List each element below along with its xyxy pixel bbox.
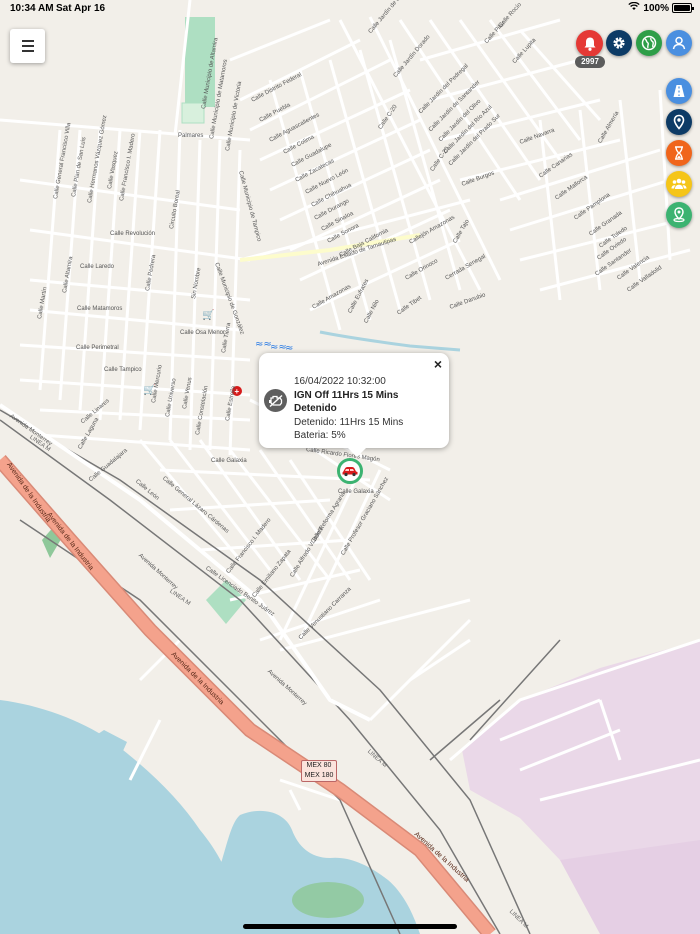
globe-icon — [641, 35, 657, 51]
map-screen: ≈≈ ≈≈ ≈ 🛒 🛒 + Avenida de la Industria Av… — [0, 0, 700, 934]
bell-icon — [584, 37, 595, 51]
highway-shield-line2: MEX 180 — [304, 772, 334, 779]
menu-button[interactable] — [10, 29, 45, 63]
street-label: Calle Perimetral — [76, 345, 119, 351]
street-label: Calle Osa Menor — [180, 330, 226, 336]
user-button[interactable] — [666, 30, 692, 56]
group-button[interactable] — [666, 171, 692, 197]
route-button[interactable] — [666, 78, 692, 104]
ignition-off-icon — [264, 389, 287, 412]
highway-shield: MEX 80 MEX 180 — [301, 760, 337, 782]
hourglass-icon — [675, 146, 683, 160]
popup-subtitle: Detenido — [294, 403, 337, 414]
settings-button[interactable] — [606, 30, 632, 56]
street-label: Calle Laredo — [80, 264, 115, 270]
menu-icon — [21, 40, 34, 42]
battery-percent: 100% — [643, 2, 669, 14]
popup-text: 16/04/2022 10:32:00 IGN Off 11Hrs 15 Min… — [294, 375, 403, 443]
shop-icon: 🛒 — [202, 308, 214, 321]
street-label: Calle Tampico — [104, 367, 142, 373]
gear-icon — [613, 37, 625, 49]
map-pin-icon — [673, 114, 685, 130]
street-label: Calle Matamoros — [77, 306, 123, 312]
wifi-icon — [628, 1, 641, 14]
alarm-count-badge: 2997 — [575, 56, 605, 68]
location-button[interactable] — [666, 109, 692, 135]
group-icon — [671, 178, 687, 189]
highway-shield-line1: MEX 80 — [306, 762, 332, 769]
home-indicator[interactable] — [243, 924, 457, 929]
road-icon — [673, 85, 685, 97]
status-date: Sat Apr 16 — [56, 3, 106, 14]
geofence-button[interactable] — [666, 202, 692, 228]
alarm-button[interactable] — [576, 30, 603, 57]
vehicle-info-popup: × 16/04/2022 10:32:00 IGN Off 11Hrs 15 M… — [259, 353, 449, 457]
status-bar: 10:34 AM Sat Apr 16 100% — [0, 0, 700, 17]
street-label: Calle Galaxia — [211, 458, 247, 464]
geofence-pin-icon — [673, 207, 685, 223]
globe-button[interactable] — [636, 30, 662, 56]
user-icon — [672, 36, 686, 50]
street-label: Calle Revolución — [110, 231, 156, 237]
popup-title: IGN Off 11Hrs 15 Mins — [294, 389, 399, 401]
popup-detenido: Detenido: 11Hrs 15 Mins — [294, 416, 404, 428]
status-right: 100% — [628, 1, 694, 14]
status-time: 10:34 AM — [10, 3, 54, 14]
popup-datetime: 16/04/2022 10:32:00 — [294, 376, 386, 387]
car-icon — [342, 467, 358, 477]
popup-bateria: Bateria: 5% — [294, 430, 346, 441]
wetland — [292, 882, 364, 918]
popup-close-button[interactable]: × — [434, 356, 442, 372]
history-button[interactable] — [666, 140, 692, 166]
street-label: Palmares — [178, 133, 204, 139]
battery-icon — [672, 3, 694, 13]
vehicle-marker[interactable] — [337, 458, 363, 484]
